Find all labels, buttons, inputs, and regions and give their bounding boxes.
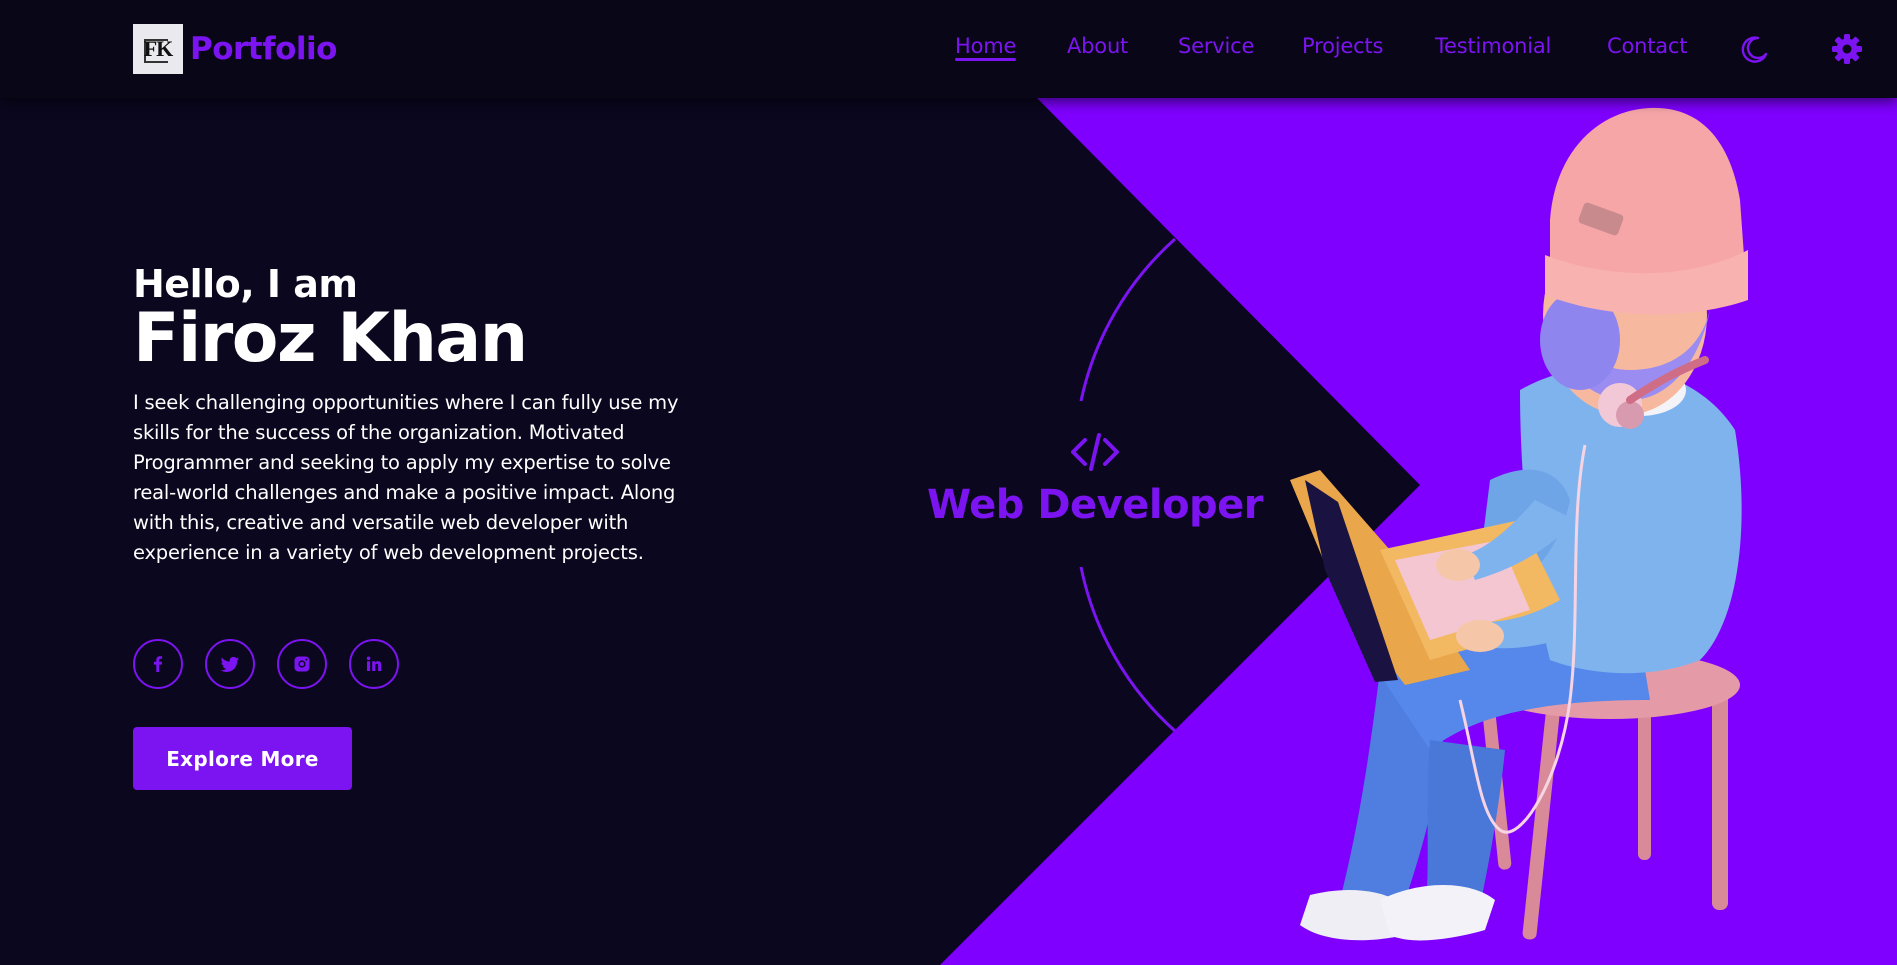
explore-more-button[interactable]: Explore More (133, 727, 352, 790)
nav-testimonial[interactable]: Testimonial (1435, 34, 1551, 58)
hero-intro: Hello, I am Firoz Khan I seek challengin… (133, 258, 693, 568)
nav-home[interactable]: Home (955, 34, 1017, 61)
nav-service[interactable]: Service (1178, 34, 1254, 58)
brand-link[interactable]: FK Portfolio (133, 24, 337, 74)
instagram-link[interactable] (277, 639, 327, 689)
facebook-link[interactable] (133, 639, 183, 689)
nav-contact[interactable]: Contact (1607, 34, 1688, 58)
navbar: FK Portfolio Home About Service Projects… (0, 0, 1897, 98)
instagram-icon (294, 656, 310, 672)
linkedin-icon (366, 656, 382, 671)
linkedin-link[interactable] (349, 639, 399, 689)
brand-logo: FK (133, 24, 183, 74)
portfolio-page: FK Portfolio Home About Service Projects… (0, 0, 1897, 965)
nav-projects[interactable]: Projects (1302, 34, 1383, 58)
facebook-icon (153, 656, 163, 672)
moon-icon[interactable] (1737, 32, 1771, 66)
developer-illustration (1290, 107, 1748, 941)
nav-about[interactable]: About (1067, 34, 1128, 58)
brand-name: Portfolio (190, 31, 337, 67)
hero-name: Firoz Khan (133, 299, 528, 378)
gear-icon[interactable] (1830, 32, 1864, 66)
twitter-icon (220, 656, 239, 672)
code-icon (1071, 433, 1119, 471)
hero-description: I seek challenging opportunities where I… (133, 391, 679, 564)
twitter-link[interactable] (205, 639, 255, 689)
